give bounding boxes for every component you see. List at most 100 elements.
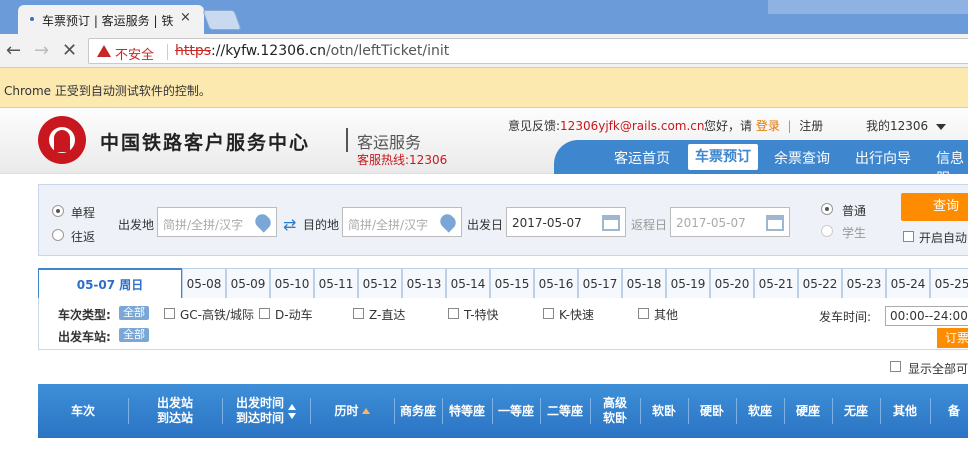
- date-tab[interactable]: 05-08: [182, 268, 226, 298]
- security-label[interactable]: 不安全: [115, 44, 154, 63]
- train-type-z-label: Z-直达: [369, 308, 406, 322]
- nav-travel-guide[interactable]: 出行向导: [855, 148, 911, 168]
- return-date-value: 2017-05-07: [676, 216, 746, 230]
- train-type-other-checkbox[interactable]: [638, 308, 649, 319]
- filter-box: 车次类型: 全部 GC-高铁/城际 D-动车 Z-直达 T-特快 K-快速 其他…: [38, 298, 968, 350]
- date-tab[interactable]: 05-19: [666, 268, 710, 298]
- tab-loading-icon: [30, 17, 34, 21]
- to-station-input[interactable]: 简拼/全拼/汉字: [342, 207, 462, 237]
- nav-ticket-query[interactable]: 余票查询: [774, 148, 830, 168]
- date-tab[interactable]: 05-13: [402, 268, 446, 298]
- date-tab[interactable]: 05-10: [270, 268, 314, 298]
- user-greeting: 您好，请 登录 | 注册: [704, 117, 823, 134]
- address-bar[interactable]: 不安全 https://kyfw.12306.cn/otn/leftTicket…: [88, 38, 968, 64]
- date-tab-active[interactable]: 05-07 周日: [38, 268, 182, 299]
- date-tab[interactable]: 05-15: [490, 268, 534, 298]
- train-type-z-checkbox[interactable]: [353, 308, 364, 319]
- depart-date-input[interactable]: 2017-05-07: [506, 207, 626, 237]
- col-stations: 出发站 到达站: [156, 396, 193, 425]
- login-link[interactable]: 登录: [756, 119, 780, 133]
- depart-station-all-button[interactable]: 全部: [119, 328, 149, 342]
- forward-arrow-icon[interactable]: →: [34, 40, 49, 61]
- site-name: 中国铁路客户服务中心: [100, 132, 311, 154]
- date-tabs: 05-07 周日 05-08 05-09 05-10 05-11 05-12 0…: [38, 268, 968, 299]
- depart-station-label: 出发车站:: [58, 330, 111, 344]
- date-tab[interactable]: 05-23: [842, 268, 886, 298]
- window-controls: [768, 0, 968, 14]
- date-tab[interactable]: 05-21: [754, 268, 798, 298]
- one-way-radio[interactable]: [52, 205, 64, 217]
- col-soft-seat: 软座: [747, 403, 772, 418]
- train-type-t-label: T-特快: [464, 308, 499, 322]
- student-ticket-label: 学生: [842, 226, 867, 240]
- train-type-d-checkbox[interactable]: [259, 308, 270, 319]
- depart-label: 出发日: [467, 218, 504, 232]
- sort-up-icon[interactable]: [361, 408, 370, 414]
- date-tab[interactable]: 05-16: [534, 268, 578, 298]
- chevron-down-icon: [936, 123, 947, 130]
- sort-up-icon[interactable]: [288, 403, 296, 410]
- back-arrow-icon[interactable]: ←: [6, 40, 21, 61]
- col-train-no[interactable]: 车次: [38, 384, 128, 438]
- sort-down-icon[interactable]: [288, 412, 296, 419]
- date-tab[interactable]: 05-18: [622, 268, 666, 298]
- col-second-class: 二等座: [546, 403, 583, 418]
- date-tab[interactable]: 05-20: [710, 268, 754, 298]
- show-all-label: 显示全部可: [908, 362, 968, 376]
- date-tab[interactable]: 05-12: [358, 268, 402, 298]
- from-station-input[interactable]: 简拼/全拼/汉字: [157, 207, 277, 237]
- show-all-checkbox[interactable]: [890, 361, 901, 372]
- round-trip-radio[interactable]: [52, 229, 64, 241]
- train-type-label: 车次类型:: [58, 308, 111, 322]
- automation-infobar: Chrome 正受到自动测试软件的控制。: [0, 68, 968, 108]
- browser-tab[interactable]: 车票预订 | 客运服务 | 铁 ×: [18, 5, 204, 34]
- train-type-all-button[interactable]: 全部: [119, 306, 149, 320]
- normal-ticket-radio[interactable]: [821, 203, 833, 215]
- register-link[interactable]: 注册: [799, 119, 823, 133]
- col-business: 商务座: [399, 403, 436, 418]
- depart-time-select[interactable]: 00:00--24:00: [885, 306, 968, 326]
- col-deluxe-sleeper: 高级 软卧: [602, 396, 627, 425]
- browser-tab-strip: 车票预订 | 客运服务 | 铁 ×: [0, 0, 968, 34]
- swap-stations-icon[interactable]: ⇄: [283, 215, 296, 234]
- train-type-t-checkbox[interactable]: [448, 308, 459, 319]
- train-type-d-label: D-动车: [275, 308, 313, 322]
- col-hard-seat: 硬座: [795, 403, 820, 418]
- col-duration[interactable]: 历时: [310, 384, 394, 438]
- my12306-menu[interactable]: 我的12306: [866, 117, 947, 134]
- date-tab[interactable]: 05-11: [314, 268, 358, 298]
- nav-ticket-booking[interactable]: 车票预订: [688, 144, 758, 170]
- date-tab[interactable]: 05-09: [226, 268, 270, 298]
- col-hard-sleeper: 硬卧: [699, 403, 724, 418]
- feedback-email-link[interactable]: 12306yjfk@rails.com.cn: [560, 119, 704, 133]
- student-ticket-radio[interactable]: [821, 225, 833, 237]
- order-tag-button[interactable]: 订票: [937, 328, 968, 348]
- query-button[interactable]: 查询: [901, 193, 968, 221]
- date-tab[interactable]: 05-14: [446, 268, 490, 298]
- link-separator: |: [787, 119, 792, 133]
- auto-query-checkbox[interactable]: [903, 231, 914, 242]
- date-tab[interactable]: 05-25: [930, 268, 968, 298]
- train-type-k-checkbox[interactable]: [543, 308, 554, 319]
- location-pin-icon[interactable]: [437, 211, 459, 233]
- stop-loading-icon[interactable]: ✕: [62, 40, 77, 61]
- date-tab[interactable]: 05-24: [886, 268, 930, 298]
- train-table-header: 车次 出发站 到达站 出发时间 到达时间 历时 商务座 特等座 一等座 二等座 …: [38, 384, 968, 438]
- calendar-icon[interactable]: [766, 215, 784, 231]
- train-type-gc-checkbox[interactable]: [164, 308, 175, 319]
- location-pin-icon[interactable]: [252, 211, 274, 233]
- col-times[interactable]: 出发时间 到达时间: [222, 384, 310, 438]
- new-tab-button[interactable]: [202, 10, 242, 30]
- nav-home[interactable]: 客运首页: [614, 148, 670, 168]
- date-tab[interactable]: 05-17: [578, 268, 622, 298]
- return-date-input[interactable]: 2017-05-07: [670, 207, 790, 237]
- nav-info-service[interactable]: 信息服: [936, 148, 968, 188]
- main-nav: 客运首页 车票预订 余票查询 出行向导 信息服: [554, 140, 968, 187]
- service-name: 客运服务: [357, 133, 422, 152]
- col-first-class: 一等座: [497, 403, 534, 418]
- train-type-k-label: K-快速: [559, 308, 594, 322]
- calendar-icon[interactable]: [602, 215, 620, 231]
- url-scheme: https: [175, 43, 212, 59]
- tab-close-icon[interactable]: ×: [180, 10, 191, 25]
- date-tab[interactable]: 05-22: [798, 268, 842, 298]
